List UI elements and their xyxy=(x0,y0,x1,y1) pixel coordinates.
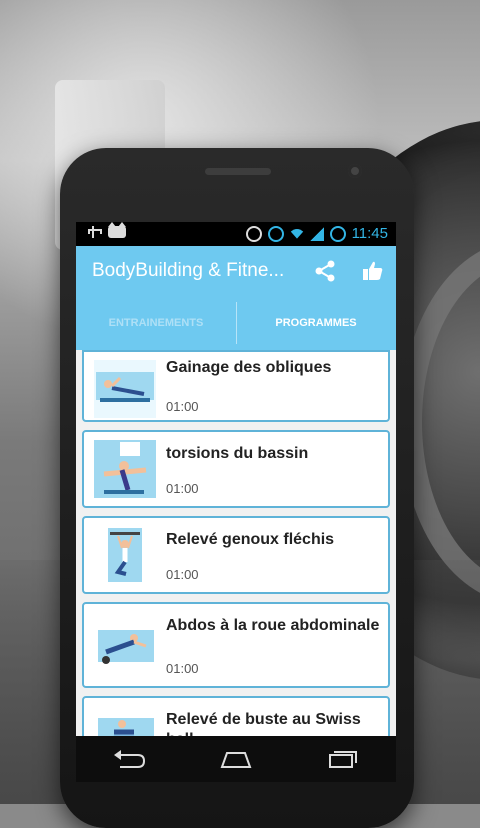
battery-icon xyxy=(329,225,346,242)
navigation-bar xyxy=(76,736,396,782)
exercise-thumbnail xyxy=(94,360,156,418)
exercise-thumbnail xyxy=(94,526,156,584)
exercise-list: Gainage des obliques 01:00 torsions du b… xyxy=(76,350,396,774)
back-icon[interactable] xyxy=(112,749,146,769)
exercise-thumbnail xyxy=(94,616,156,674)
list-item[interactable]: Relevé genoux fléchis 01:00 xyxy=(82,516,390,594)
android-debug-icon xyxy=(108,222,126,238)
exercise-duration: 01:00 xyxy=(166,481,199,496)
status-time: 11:45 xyxy=(351,225,388,242)
tab-entrainements[interactable]: ENTRAINEMENTS xyxy=(76,296,236,350)
status-bar: 11:45 xyxy=(76,222,396,246)
usb-icon xyxy=(88,225,102,239)
home-icon[interactable] xyxy=(219,749,253,769)
list-item[interactable]: Abdos à la roue abdominale 01:00 xyxy=(82,602,390,688)
exercise-duration: 01:00 xyxy=(166,399,199,414)
phone-camera xyxy=(348,164,362,178)
list-item[interactable]: torsions du bassin 01:00 xyxy=(82,430,390,508)
exercise-duration: 01:00 xyxy=(166,661,199,676)
tab-bar: ENTRAINEMENTS PROGRAMMES xyxy=(76,296,396,350)
app-screen: 11:45 BodyBuilding & Fitne... ENTRAINEME… xyxy=(76,222,396,782)
phone-frame: 11:45 BodyBuilding & Fitne... ENTRAINEME… xyxy=(60,148,414,828)
action-bar: BodyBuilding & Fitne... xyxy=(76,246,396,296)
share-icon[interactable] xyxy=(312,258,338,284)
signal-icon xyxy=(309,226,324,241)
exercise-duration: 01:00 xyxy=(166,567,199,582)
app-title: BodyBuilding & Fitne... xyxy=(92,260,285,281)
exercise-title: Relevé genoux fléchis xyxy=(166,531,335,548)
alarm-icon xyxy=(267,225,284,242)
phone-speaker xyxy=(205,168,271,175)
exercise-title: torsions du bassin xyxy=(166,445,309,462)
list-item[interactable]: Gainage des obliques 01:00 xyxy=(82,350,390,422)
tab-programmes[interactable]: PROGRAMMES xyxy=(236,296,396,350)
recents-icon[interactable] xyxy=(326,749,360,769)
tab-divider xyxy=(236,302,237,344)
exercise-title: Gainage des obliques xyxy=(166,359,332,376)
thumbs-up-icon[interactable] xyxy=(360,258,386,284)
wifi-icon xyxy=(290,228,303,239)
exercise-title: Abdos à la roue abdominale xyxy=(166,617,380,634)
exercise-thumbnail xyxy=(94,440,156,498)
sync-icon xyxy=(245,225,262,242)
